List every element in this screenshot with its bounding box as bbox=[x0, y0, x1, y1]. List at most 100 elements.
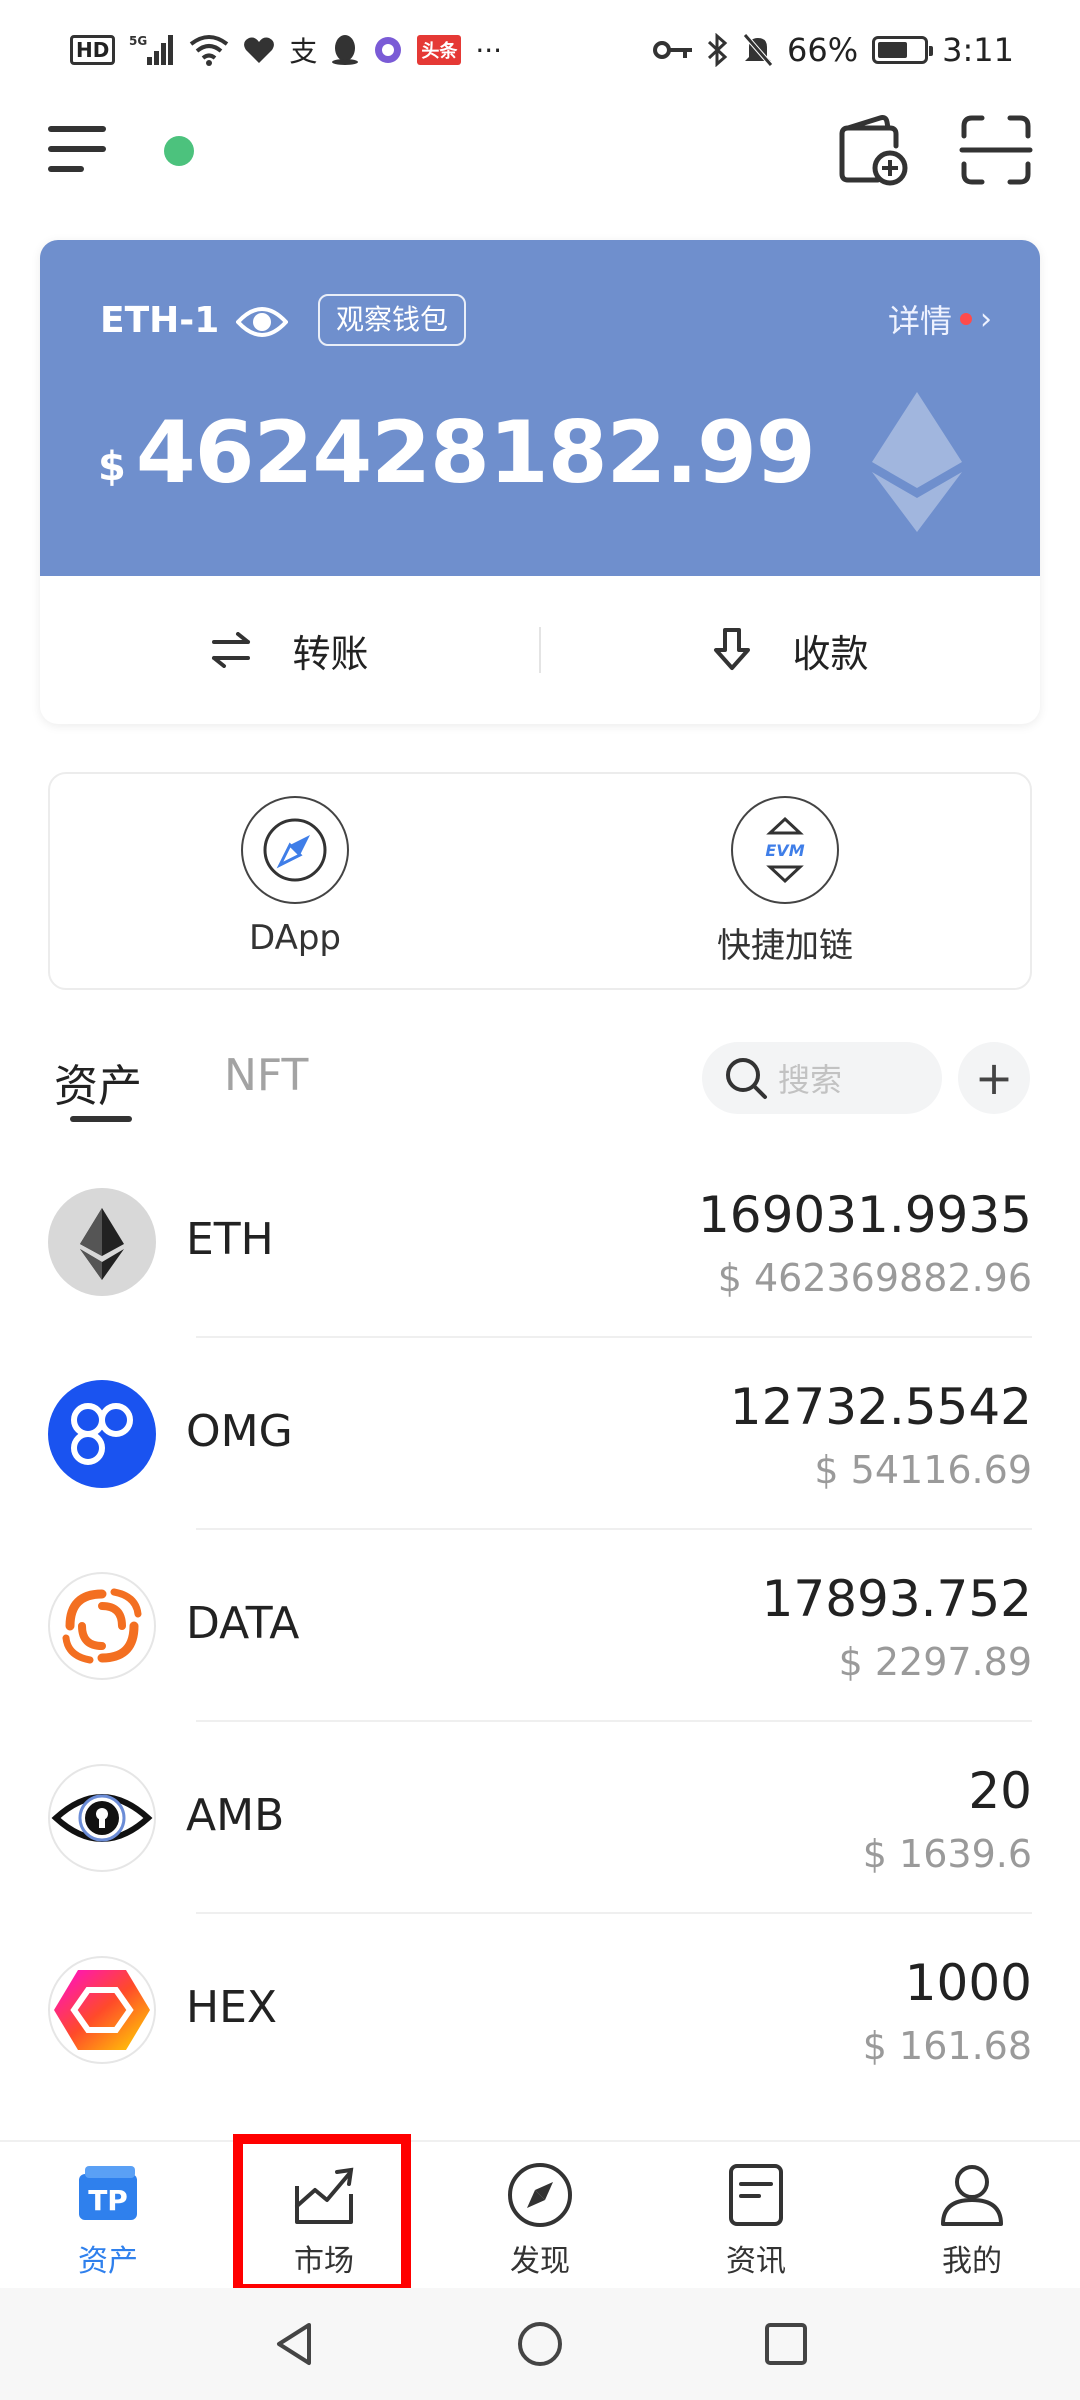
wallet-actions: 转账 收款 bbox=[40, 576, 1040, 724]
back-triangle-icon[interactable] bbox=[269, 2319, 319, 2369]
details-label: 详情 bbox=[887, 302, 952, 340]
menu-line bbox=[48, 166, 84, 172]
streamr-data-icon bbox=[48, 1572, 156, 1680]
token-value: $ 54116.69 bbox=[814, 1448, 1032, 1492]
token-row-data[interactable]: DATA 17893.752 $ 2297.89 bbox=[0, 1530, 1080, 1722]
quick-access-panel: DApp EVM 快捷加链 bbox=[48, 772, 1032, 990]
tab-nft[interactable]: NFT bbox=[224, 1050, 308, 1101]
battery-icon bbox=[872, 36, 934, 64]
token-row-eth[interactable]: ETH 169031.9935 $ 462369882.96 bbox=[0, 1146, 1080, 1338]
token-symbol: ETH bbox=[186, 1214, 274, 1265]
menu-line bbox=[48, 146, 106, 152]
add-token-button[interactable]: + bbox=[958, 1042, 1030, 1114]
dapp-shortcut[interactable]: DApp bbox=[50, 774, 540, 988]
tp-wallet-icon: TP bbox=[79, 2166, 137, 2220]
wallet-name: ETH-1 bbox=[100, 300, 220, 341]
dapp-label: DApp bbox=[248, 918, 341, 958]
token-amount: 12732.5542 bbox=[729, 1378, 1032, 1436]
search-input[interactable]: 搜索 bbox=[702, 1042, 942, 1114]
nav-mine-label: 我的 bbox=[942, 2244, 1002, 2279]
ambrosus-icon bbox=[48, 1764, 156, 1872]
recents-square-icon[interactable] bbox=[761, 2319, 811, 2369]
token-row-omg[interactable]: OMG 12732.5542 $ 54116.69 bbox=[0, 1338, 1080, 1530]
battery-fill bbox=[878, 42, 908, 58]
bluetooth-icon bbox=[707, 33, 729, 67]
wallet-card: ETH-1 观察钱包 详情 › $ 462428182.99 转账 收款 bbox=[40, 240, 1040, 724]
scan-button[interactable] bbox=[956, 112, 1036, 188]
toutiao-icon: 头条 bbox=[417, 35, 462, 65]
add-chain-shortcut[interactable]: EVM 快捷加链 bbox=[540, 774, 1030, 988]
download-arrow-icon bbox=[714, 628, 751, 670]
token-symbol: AMB bbox=[186, 1790, 285, 1841]
hd-icon: HD bbox=[70, 35, 116, 65]
clock: 3:11 bbox=[942, 31, 1014, 69]
search-placeholder: 搜索 bbox=[778, 1061, 843, 1099]
evm-icon: EVM bbox=[731, 796, 839, 904]
notification-dot bbox=[960, 313, 972, 325]
network-status-dot bbox=[164, 136, 194, 166]
balance-amount: 462428182.99 bbox=[135, 403, 816, 503]
wallet-details-link[interactable]: 详情 › bbox=[888, 296, 992, 342]
token-row-amb[interactable]: AMB 20 $ 1639.6 bbox=[0, 1722, 1080, 1914]
home-circle-icon[interactable] bbox=[515, 2319, 565, 2369]
search-icon bbox=[726, 1058, 767, 1099]
wallet-home-screen: HD 5G 支 头条 ··· 66% 3:11 ETH-1 观察钱包 详情 › … bbox=[0, 0, 1080, 2400]
eye-icon[interactable] bbox=[235, 302, 289, 342]
token-value: $ 2297.89 bbox=[838, 1640, 1032, 1684]
nav-assets-label: 资产 bbox=[78, 2244, 138, 2279]
chevron-right-icon: › bbox=[980, 301, 992, 337]
nav-discover[interactable]: 发现 bbox=[432, 2142, 648, 2288]
bottom-nav: TP 资产 市场 发现 资讯 我的 bbox=[0, 2140, 1080, 2288]
evm-text: EVM bbox=[765, 841, 804, 860]
watch-wallet-tag: 观察钱包 bbox=[318, 294, 467, 346]
qq-penguin-icon bbox=[331, 34, 359, 66]
nav-news[interactable]: 资讯 bbox=[648, 2142, 864, 2288]
omg-icon bbox=[48, 1380, 156, 1488]
currency-symbol: $ bbox=[98, 444, 126, 490]
tab-assets[interactable]: 资产 bbox=[54, 1050, 142, 1114]
nav-discover-label: 发现 bbox=[510, 2244, 570, 2279]
add-chain-label: 快捷加链 bbox=[717, 926, 853, 966]
transfer-button[interactable]: 转账 bbox=[40, 623, 539, 678]
market-highlight-box bbox=[233, 2134, 411, 2294]
receive-button[interactable]: 收款 bbox=[541, 623, 1040, 678]
add-wallet-button[interactable] bbox=[832, 112, 912, 188]
wallet-add-icon bbox=[839, 115, 908, 186]
nav-assets[interactable]: TP 资产 bbox=[0, 2142, 216, 2288]
alipay-icon: 支 bbox=[289, 35, 318, 68]
compass-icon bbox=[241, 796, 349, 904]
system-nav-bar bbox=[0, 2288, 1080, 2400]
token-value: $ 462369882.96 bbox=[717, 1256, 1032, 1300]
wifi-icon bbox=[189, 34, 229, 66]
menu-icon[interactable] bbox=[48, 126, 112, 174]
token-amount: 20 bbox=[968, 1762, 1032, 1820]
more-notifications-icon: ··· bbox=[475, 33, 503, 67]
status-bar-left: HD 5G 支 头条 ··· bbox=[70, 30, 502, 70]
nav-mine[interactable]: 我的 bbox=[864, 2142, 1080, 2288]
tp-logo-text: TP bbox=[88, 2184, 128, 2217]
vpn-key-icon bbox=[653, 38, 693, 62]
transfer-label: 转账 bbox=[292, 631, 369, 676]
status-bar: HD 5G 支 头条 ··· 66% 3:11 bbox=[0, 0, 1080, 100]
asset-tabs: 资产 NFT 搜索 + bbox=[0, 1036, 1080, 1126]
menu-line bbox=[48, 126, 106, 132]
wallet-summary[interactable]: ETH-1 观察钱包 详情 › $ 462428182.99 bbox=[40, 240, 1040, 576]
signal-label: 5G bbox=[129, 34, 147, 48]
token-amount: 169031.9935 bbox=[697, 1186, 1032, 1244]
mute-bell-icon bbox=[743, 33, 773, 67]
battery-percent: 66% bbox=[787, 31, 859, 69]
nav-news-label: 资讯 bbox=[726, 2244, 786, 2279]
status-bar-right: 66% 3:11 bbox=[653, 31, 1014, 69]
profile-user-icon bbox=[941, 2165, 1003, 2226]
token-value: $ 161.68 bbox=[862, 2024, 1032, 2068]
app-notification-icon bbox=[373, 35, 403, 65]
token-list: ETH 169031.9935 $ 462369882.96 OMG 12732… bbox=[0, 1146, 1080, 2106]
ethereum-watermark-icon bbox=[872, 392, 962, 532]
ethereum-icon bbox=[48, 1188, 156, 1296]
token-symbol: DATA bbox=[186, 1598, 300, 1649]
health-heart-icon bbox=[243, 35, 275, 65]
token-row-hex[interactable]: HEX 1000 $ 161.68 bbox=[0, 1914, 1080, 2106]
token-symbol: HEX bbox=[186, 1982, 278, 2033]
wallet-balance: $ 462428182.99 bbox=[98, 403, 816, 503]
token-value: $ 1639.6 bbox=[862, 1832, 1032, 1876]
